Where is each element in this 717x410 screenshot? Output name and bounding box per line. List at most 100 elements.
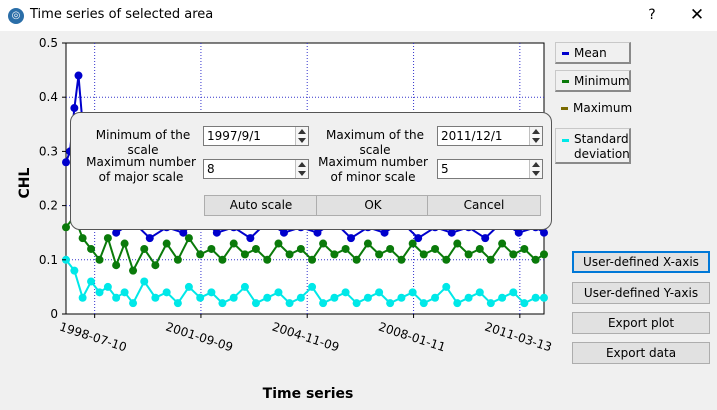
data-point-minimum: [453, 239, 462, 248]
data-point-minimum: [330, 250, 339, 259]
data-point-standard-deviation: [112, 293, 121, 302]
data-point-minimum: [397, 255, 406, 264]
min-scale-input[interactable]: 1997/9/1: [203, 126, 309, 146]
major-scale-input[interactable]: 8: [203, 159, 309, 179]
spin-up-icon[interactable]: [298, 129, 306, 134]
min-scale-label: Minimum of the scale: [95, 128, 191, 157]
title-bar: ◎ Time series of selected area ? ✕: [0, 0, 717, 31]
minor-scale-label-line1: Maximum number: [318, 155, 428, 169]
data-point-minimum: [352, 255, 361, 264]
data-point-minimum: [151, 261, 160, 270]
min-scale-spinner[interactable]: [295, 127, 308, 145]
data-point-standard-deviation: [184, 282, 193, 291]
spin-up-icon[interactable]: [532, 162, 540, 167]
data-point-minimum: [87, 244, 96, 253]
spin-down-icon[interactable]: [298, 138, 306, 143]
data-point-standard-deviation: [263, 293, 272, 302]
x-axis-label: Time series: [263, 386, 354, 402]
x-axis-ticks: 1998-07-10 2001-09-09 2004-11-09 2008-01-11…: [58, 314, 554, 354]
max-scale-input[interactable]: 2011/12/1: [437, 126, 543, 146]
data-point-mean: [70, 104, 79, 113]
data-point-standard-deviation: [78, 293, 87, 302]
data-point-standard-deviation: [240, 282, 249, 291]
data-point-minimum: [240, 250, 249, 259]
help-button[interactable]: ?: [640, 4, 664, 26]
app-logo-icon: ◎: [8, 8, 24, 24]
legend-swatch-std: [562, 139, 569, 142]
major-scale-spinner[interactable]: [295, 160, 308, 178]
data-point-standard-deviation: [431, 293, 440, 302]
data-point-mean: [74, 71, 83, 80]
minor-scale-value: 5: [441, 162, 449, 176]
data-point-mean: [246, 234, 255, 243]
minor-scale-label-line2: of minor scale: [330, 170, 416, 184]
data-point-minimum: [129, 266, 138, 275]
data-point-minimum: [173, 255, 182, 264]
x-tick-label: 2011-03-13: [483, 320, 554, 355]
data-point-minimum: [408, 239, 417, 248]
spin-down-icon[interactable]: [532, 171, 540, 176]
data-point-minimum: [95, 255, 104, 264]
close-button[interactable]: ✕: [684, 4, 710, 26]
data-point-standard-deviation: [251, 299, 260, 308]
data-point-standard-deviation: [486, 299, 495, 308]
data-point-standard-deviation: [129, 299, 138, 308]
time-series-window: ◎ Time series of selected area ? ✕ 0 0.1 0…: [0, 0, 717, 410]
data-point-minimum: [251, 244, 260, 253]
data-point-minimum: [285, 250, 294, 259]
data-point-standard-deviation: [285, 299, 294, 308]
legend-swatch-minimum: [562, 80, 569, 83]
data-point-minimum: [296, 244, 305, 253]
data-point-mean: [347, 234, 356, 243]
data-point-minimum: [442, 255, 451, 264]
x-tick-label: 2004-11-09: [270, 320, 341, 355]
data-point-minimum: [531, 255, 540, 264]
data-point-standard-deviation: [540, 293, 548, 302]
data-point-standard-deviation: [442, 282, 451, 291]
data-point-standard-deviation: [408, 288, 417, 297]
y-tick-label: 0.4: [39, 90, 58, 104]
spin-down-icon[interactable]: [298, 171, 306, 176]
legend-label-maximum: Maximum: [573, 101, 633, 115]
legend-item-maximum[interactable]: Maximum: [555, 98, 633, 120]
max-scale-spinner[interactable]: [529, 127, 542, 145]
data-point-mean: [62, 158, 70, 167]
data-point-standard-deviation: [509, 288, 518, 297]
y-axis-label: CHL: [17, 167, 33, 198]
data-point-standard-deviation: [453, 299, 462, 308]
data-point-minimum: [103, 234, 112, 243]
data-point-minimum: [120, 239, 129, 248]
axis-scale-dialog: Minimum of the scale 1997/9/1 Maximum of…: [70, 112, 552, 230]
minor-scale-spinner[interactable]: [529, 160, 542, 178]
legend-item-minimum[interactable]: Minimum: [555, 70, 631, 92]
legend-item-mean[interactable]: Mean: [555, 42, 631, 64]
data-point-standard-deviation: [196, 293, 205, 302]
data-point-standard-deviation: [218, 299, 227, 308]
export-data-button[interactable]: Export data: [572, 342, 710, 364]
spin-down-icon[interactable]: [532, 138, 540, 143]
data-point-standard-deviation: [520, 299, 529, 308]
y-tick-label: 0.5: [39, 36, 58, 50]
data-point-standard-deviation: [330, 293, 339, 302]
user-defined-y-axis-button[interactable]: User-defined Y-axis: [572, 282, 710, 304]
spin-up-icon[interactable]: [298, 162, 306, 167]
auto-scale-button[interactable]: Auto scale: [204, 195, 318, 216]
data-point-minimum: [486, 255, 495, 264]
data-point-mean: [145, 234, 154, 243]
data-point-standard-deviation: [419, 299, 428, 308]
data-point-minimum: [78, 234, 87, 243]
cancel-button[interactable]: Cancel: [427, 195, 541, 216]
export-plot-button[interactable]: Export plot: [572, 312, 710, 334]
window-title: Time series of selected area: [30, 7, 214, 22]
data-point-minimum: [207, 244, 216, 253]
ok-button[interactable]: OK: [316, 195, 430, 216]
data-point-minimum: [308, 255, 317, 264]
spin-up-icon[interactable]: [532, 129, 540, 134]
data-point-minimum: [341, 244, 350, 253]
data-point-standard-deviation: [70, 266, 79, 275]
minor-scale-input[interactable]: 5: [437, 159, 543, 179]
data-point-standard-deviation: [308, 282, 317, 291]
data-point-standard-deviation: [319, 299, 328, 308]
legend-item-std[interactable]: Standard deviation: [555, 128, 631, 164]
user-defined-x-axis-button[interactable]: User-defined X-axis: [572, 251, 710, 273]
